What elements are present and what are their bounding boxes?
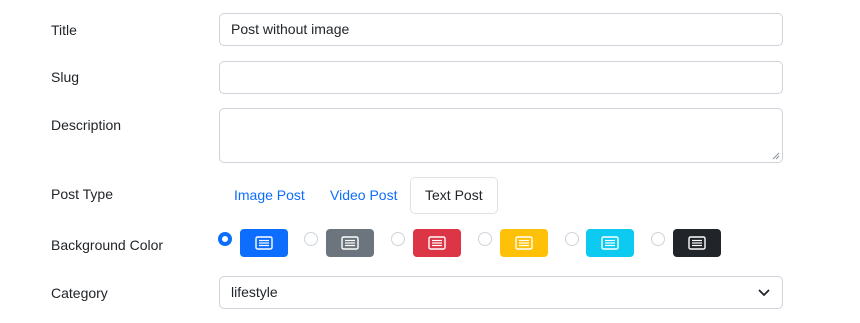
post-type-label: Post Type xyxy=(51,186,114,202)
category-select[interactable]: lifestyle xyxy=(219,276,783,309)
tab-text-post[interactable]: Text Post xyxy=(410,177,498,214)
chevron-down-icon xyxy=(758,289,770,296)
slug-input[interactable] xyxy=(219,61,783,94)
post-form: Title Post without image Slug Descriptio… xyxy=(0,0,860,323)
tab-video-post[interactable]: Video Post xyxy=(315,177,412,214)
background-color-swatch[interactable] xyxy=(673,229,721,257)
background-color-radio[interactable] xyxy=(304,232,318,246)
list-icon xyxy=(428,236,446,250)
title-input[interactable]: Post without image xyxy=(219,13,783,46)
description-textarea[interactable] xyxy=(219,108,783,163)
background-color-radio[interactable] xyxy=(218,232,232,246)
background-color-swatch[interactable] xyxy=(500,229,548,257)
resize-grip-icon[interactable] xyxy=(772,152,780,160)
background-color-radio[interactable] xyxy=(478,232,492,246)
tab-image-post[interactable]: Image Post xyxy=(219,177,320,214)
list-icon xyxy=(255,236,273,250)
list-icon xyxy=(601,236,619,250)
background-color-radio[interactable] xyxy=(651,232,665,246)
background-color-radio[interactable] xyxy=(565,232,579,246)
background-color-swatch[interactable] xyxy=(586,229,634,257)
description-label: Description xyxy=(51,117,122,133)
background-color-swatch[interactable] xyxy=(326,229,374,257)
slug-label: Slug xyxy=(51,69,80,85)
background-color-radio[interactable] xyxy=(391,232,405,246)
background-color-swatch[interactable] xyxy=(240,229,288,257)
category-selected-value: lifestyle xyxy=(231,284,278,300)
title-label: Title xyxy=(51,22,77,38)
list-icon xyxy=(688,236,706,250)
category-label: Category xyxy=(51,285,108,301)
background-color-label: Background Color xyxy=(51,237,164,253)
background-color-swatch[interactable] xyxy=(413,229,461,257)
list-icon xyxy=(341,236,359,250)
list-icon xyxy=(515,236,533,250)
